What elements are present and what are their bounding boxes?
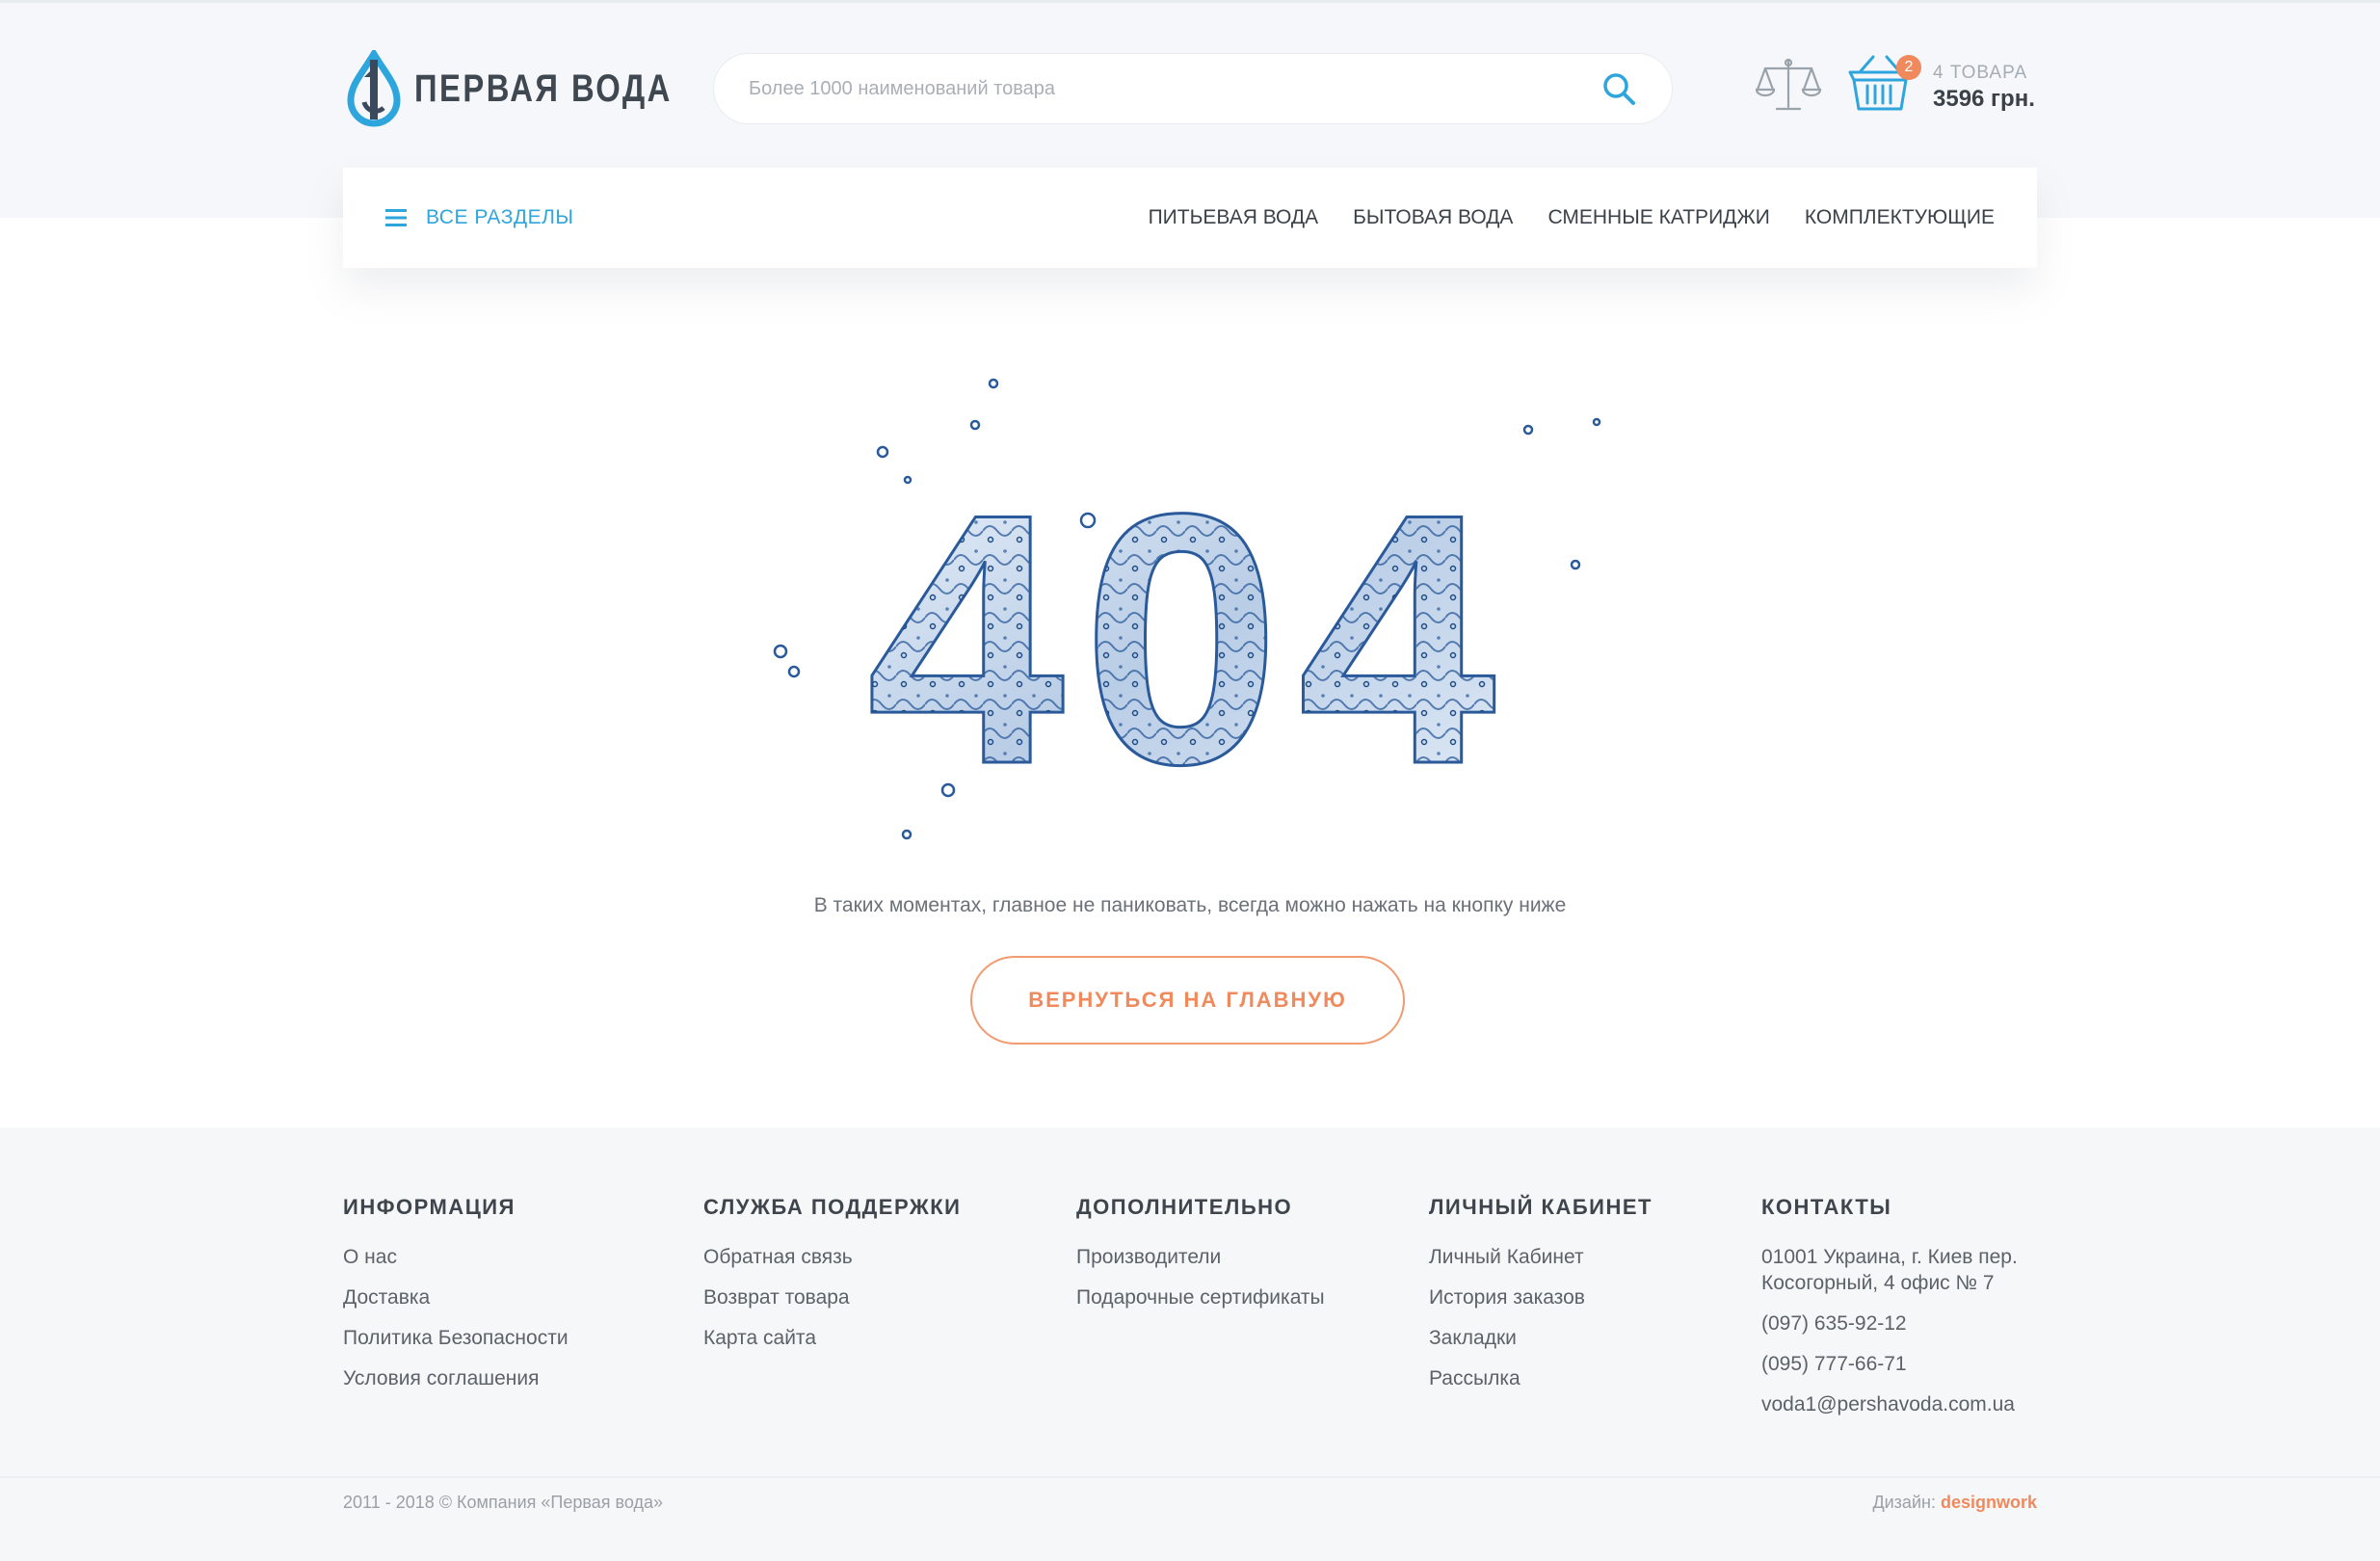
contact-address: 01001 Украина, г. Киев пер. Косогорный, … [1761, 1237, 2018, 1304]
contact-phone-2[interactable]: (095) 777-66-71 [1761, 1344, 2018, 1385]
footer-link-sitemap[interactable]: Карта сайта [703, 1318, 961, 1359]
footer-column-account: ЛИЧНЫЙ КАБИНЕТ Личный Кабинет История за… [1429, 1195, 1653, 1399]
footer-link-gift-certificates[interactable]: Подарочные сертификаты [1076, 1278, 1325, 1318]
error-code-texture: 404 [866, 440, 1513, 838]
designer-link[interactable]: designwork [1941, 1493, 2037, 1512]
site-header: ПЕРВАЯ ВОДА Более 1000 наименований това… [343, 43, 2037, 130]
footer-title-extra: ДОПОЛНИТЕЛЬНО [1076, 1195, 1293, 1219]
design-credit: Дизайн: designwork [1872, 1493, 2037, 1513]
logo[interactable]: ПЕРВАЯ ВОДА [343, 47, 729, 130]
nav-link-drinking-water[interactable]: ПИТЬЕВАЯ ВОДА [1149, 206, 1319, 229]
footer-column-extra: ДОПОЛНИТЕЛЬНО Производители Подарочные с… [1076, 1195, 1325, 1318]
footer-link-feedback[interactable]: Обратная связь [703, 1237, 961, 1278]
error-404-illustration: 404 404 [773, 378, 1601, 840]
footer-column-contacts: КОНТАКТЫ 01001 Украина, г. Киев пер. Кос… [1761, 1195, 2018, 1425]
category-links: ПИТЬЕВАЯ ВОДА БЫТОВАЯ ВОДА СМЕННЫЕ КАТРИ… [1114, 168, 1995, 268]
footer-column-info: ИНФОРМАЦИЯ О нас Доставка Политика Безоп… [343, 1195, 569, 1399]
footer-link-account[interactable]: Личный Кабинет [1429, 1237, 1653, 1278]
footer-link-about[interactable]: О нас [343, 1237, 569, 1278]
hamburger-menu-icon [385, 209, 407, 226]
footer-link-privacy[interactable]: Политика Безопасности [343, 1318, 569, 1359]
search-input[interactable] [749, 77, 1600, 100]
copyright-text: 2011 - 2018 © Компания «Первая вода» [343, 1493, 663, 1512]
footer-title-account: ЛИЧНЫЙ КАБИНЕТ [1429, 1195, 1653, 1219]
search-icon[interactable] [1600, 70, 1637, 107]
all-sections-label: ВСЕ РАЗДЕЛЫ [426, 206, 574, 228]
nav-link-household-water[interactable]: БЫТОВАЯ ВОДА [1353, 206, 1513, 229]
footer-title-contacts: КОНТАКТЫ [1761, 1195, 1892, 1219]
design-label: Дизайн: [1872, 1493, 1936, 1512]
error-message: В таких моментах, главное не паниковать,… [813, 894, 1567, 916]
water-drop-logo-icon [347, 50, 401, 127]
back-to-home-button[interactable]: ВЕРНУТЬСЯ НА ГЛАВНУЮ [970, 956, 1405, 1045]
footer-link-delivery[interactable]: Доставка [343, 1278, 569, 1318]
cart-badge: 2 [1896, 55, 1921, 80]
nav-link-cartridges[interactable]: СМЕННЫЕ КАТРИДЖИ [1547, 206, 1769, 229]
footer-link-order-history[interactable]: История заказов [1429, 1278, 1653, 1318]
nav-link-components[interactable]: КОМПЛЕКТУЮЩИЕ [1805, 206, 1995, 229]
contact-address-line1: 01001 Украина, г. Киев пер. [1761, 1246, 2018, 1268]
footer-column-support: СЛУЖБА ПОДДЕРЖКИ Обратная связь Возврат … [703, 1195, 961, 1359]
footer-link-bookmarks[interactable]: Закладки [1429, 1318, 1653, 1359]
contact-email[interactable]: voda1@pershavoda.com.ua [1761, 1385, 2018, 1425]
footer-title-info: ИНФОРМАЦИЯ [343, 1195, 516, 1219]
footer-link-returns[interactable]: Возврат товара [703, 1278, 961, 1318]
cart-item-count[interactable]: 4 ТОВАРА [1933, 63, 2027, 84]
all-sections-menu[interactable]: ВСЕ РАЗДЕЛЫ [385, 168, 573, 268]
footer-link-terms[interactable]: Условия соглашения [343, 1359, 569, 1399]
footer-divider [0, 1476, 2380, 1478]
footer-title-support: СЛУЖБА ПОДДЕРЖКИ [703, 1195, 962, 1219]
logo-text: ПЕРВАЯ ВОДА [414, 66, 673, 110]
cart-total[interactable]: 3596 грн. [1933, 86, 2035, 113]
contact-phone-1[interactable]: (097) 635-92-12 [1761, 1304, 2018, 1344]
footer-link-manufacturers[interactable]: Производители [1076, 1237, 1325, 1278]
footer-link-newsletter[interactable]: Рассылка [1429, 1359, 1653, 1399]
contact-address-line2: Косогорный, 4 офис № 7 [1761, 1272, 1995, 1294]
search-bar [713, 53, 1673, 124]
scales-icon[interactable] [1756, 55, 1821, 115]
main-navigation: ВСЕ РАЗДЕЛЫ ПИТЬЕВАЯ ВОДА БЫТОВАЯ ВОДА С… [343, 168, 2037, 268]
